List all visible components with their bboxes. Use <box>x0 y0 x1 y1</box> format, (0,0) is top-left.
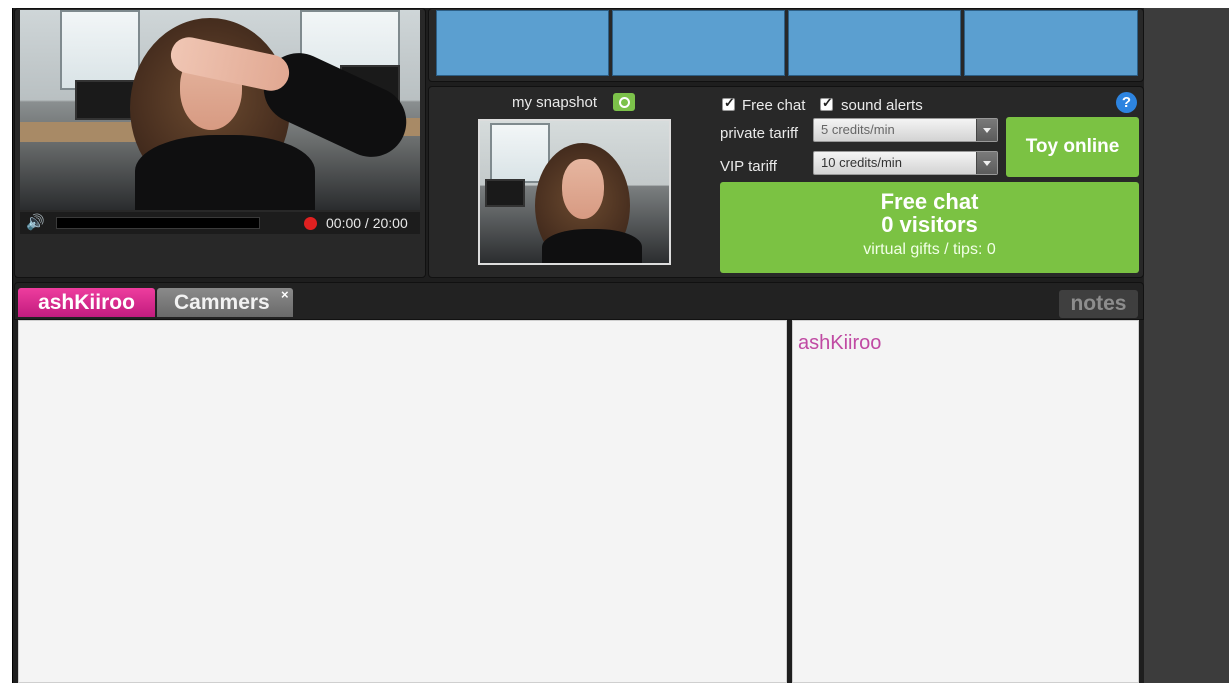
office-monitor <box>75 80 135 120</box>
chevron-down-icon <box>976 152 997 174</box>
chat-messages[interactable] <box>18 320 787 683</box>
tab-ashkiiroo[interactable]: ashKiiroo <box>18 288 155 317</box>
free-chat-checkbox[interactable] <box>722 95 735 111</box>
chevron-down-icon <box>976 119 997 141</box>
thumbnail-slot[interactable] <box>612 10 785 76</box>
sound-alerts-checkbox[interactable] <box>820 95 833 111</box>
close-icon[interactable]: × <box>281 280 289 309</box>
record-dot-icon[interactable] <box>304 217 317 230</box>
video-progress[interactable] <box>56 217 260 229</box>
tab-cammers[interactable]: Cammers × <box>157 287 293 317</box>
vip-tariff-value: 10 credits/min <box>821 155 902 170</box>
office-window <box>60 10 140 90</box>
toy-online-button[interactable]: Toy online <box>1006 117 1139 177</box>
camera-icon[interactable] <box>613 93 635 111</box>
thumbnail-slot[interactable] <box>436 10 609 76</box>
thumbnail-slot[interactable] <box>788 10 961 76</box>
office-desk <box>20 122 140 142</box>
vip-tariff-label: VIP tariff <box>720 158 777 175</box>
person-body <box>135 135 315 210</box>
free-chat-title: Free chat <box>880 189 979 214</box>
notes-button[interactable]: notes <box>1059 290 1138 318</box>
video-time: 00:00 / 20:00 <box>326 215 408 231</box>
snapshot-image <box>478 119 671 265</box>
sound-alerts-label: sound alerts <box>841 97 923 114</box>
private-tariff-label: private tariff <box>720 125 799 142</box>
visitors-count: 0 visitors <box>881 212 978 237</box>
speaker-icon[interactable]: 🔊 <box>26 214 50 232</box>
person-face <box>562 159 604 219</box>
private-tariff-select[interactable]: 5 credits/min <box>813 118 998 142</box>
right-margin <box>1144 8 1229 683</box>
user-list <box>792 320 1139 683</box>
main-video[interactable] <box>20 10 420 210</box>
tab-cammers-label: Cammers <box>174 291 270 314</box>
user-list-item[interactable]: ashKiiroo <box>798 331 881 355</box>
person-body <box>542 229 642 263</box>
vip-tariff-select[interactable]: 10 credits/min <box>813 151 998 175</box>
private-tariff-value: 5 credits/min <box>821 122 895 137</box>
snapshot-label: my snapshot <box>512 94 598 111</box>
help-icon[interactable]: ? <box>1116 92 1137 113</box>
gifts-tips: virtual gifts / tips: 0 <box>863 241 996 258</box>
office-monitor <box>485 179 525 207</box>
free-chat-button[interactable]: Free chat 0 visitors virtual gifts / tip… <box>720 182 1139 273</box>
free-chat-label: Free chat <box>742 97 806 114</box>
thumbnail-slot[interactable] <box>964 10 1138 76</box>
